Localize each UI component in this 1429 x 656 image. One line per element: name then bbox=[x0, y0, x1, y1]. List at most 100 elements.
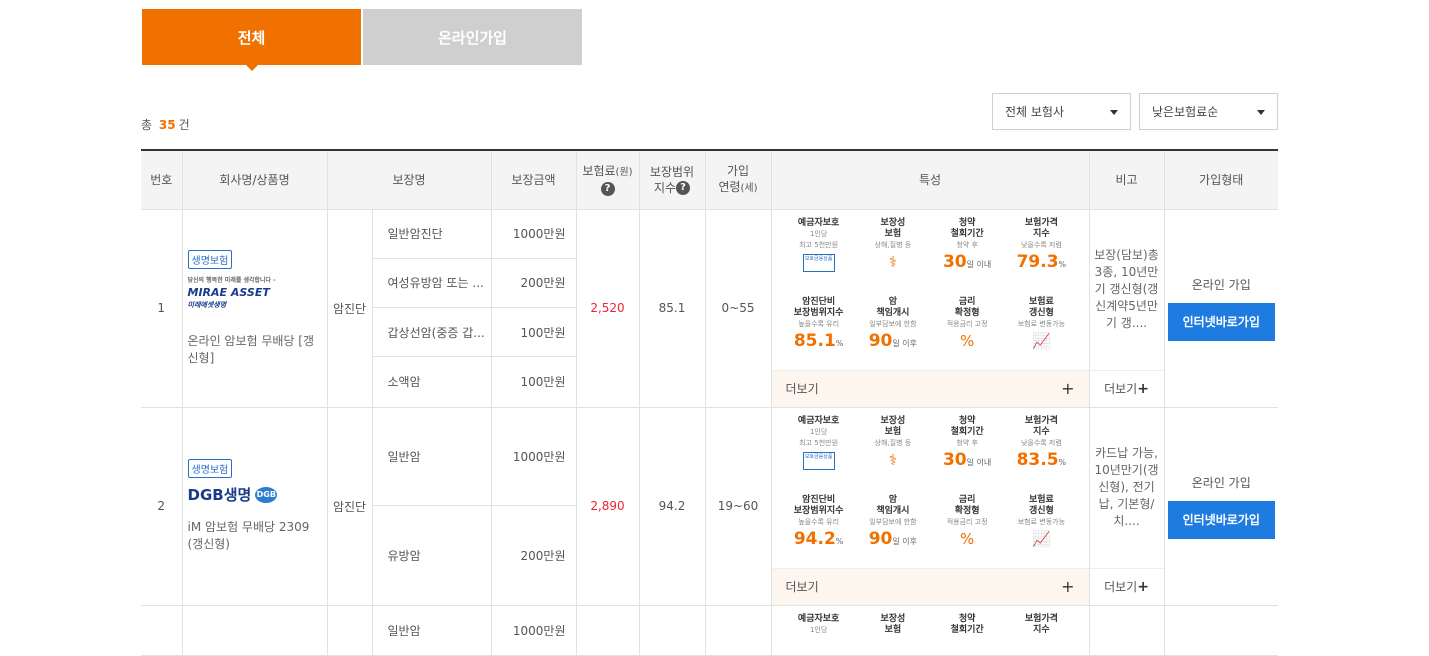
feature-value: 30 bbox=[942, 449, 967, 470]
age-range bbox=[705, 605, 772, 656]
feature-sub: 보험료 변동가능 bbox=[1017, 319, 1066, 328]
category-tag: 생명보험 bbox=[187, 249, 233, 269]
age-range: 0~55 bbox=[705, 209, 772, 408]
tab-all[interactable]: 전체 bbox=[142, 9, 361, 71]
product-name[interactable]: 온라인 암보험 무배당 [갱신형] bbox=[188, 333, 317, 367]
coverage-name: 일반암 bbox=[372, 407, 492, 506]
th-features: 특성 bbox=[771, 150, 1090, 210]
feature-security: 보장성 보험 상해,질병 등 ⚕ bbox=[856, 416, 930, 489]
coverage-amount: 1000만원 bbox=[491, 407, 577, 506]
coverage-name: 소액암 bbox=[372, 356, 492, 408]
th-index-line1: 보장범위 bbox=[649, 164, 695, 179]
note-text: 보장(담보)총3종, 10년만기 갱신형(갱신계약5년만기 갱.... bbox=[1094, 248, 1159, 330]
coverage-name: 유방암 bbox=[372, 505, 492, 606]
feature-renew: 보험료 갱신형 보험료 변동가능 📈 bbox=[1004, 297, 1078, 370]
feature-title: 보험가격 bbox=[1024, 613, 1058, 624]
internet-join-button[interactable]: 인터넷바로가입 bbox=[1167, 302, 1275, 341]
feature-price-index: 보험가격 지수 bbox=[1004, 614, 1078, 636]
feature-title: 책임개시 bbox=[876, 505, 910, 516]
th-company: 회사명/상품명 bbox=[182, 150, 328, 210]
coverage-category bbox=[327, 605, 373, 656]
feature-title: 보험료 bbox=[1028, 296, 1054, 307]
feature-title: 청약 bbox=[958, 415, 976, 426]
th-index-line2: 지수 bbox=[653, 180, 677, 195]
company-select[interactable]: 전체 보험사 bbox=[992, 93, 1131, 130]
product-name[interactable]: iM 암보험 무배당 2309 (갱신형) bbox=[188, 519, 317, 553]
feature-title: 보험가격 bbox=[1024, 415, 1058, 426]
note-cell bbox=[1089, 605, 1165, 656]
feature-value: 79.3 bbox=[1016, 251, 1059, 272]
feature-rate: 금리 확정형 적용금리 고정 % bbox=[930, 495, 1004, 568]
features-more-button[interactable]: 더보기 + bbox=[771, 567, 1089, 605]
age-range: 19~60 bbox=[705, 407, 772, 606]
coverage-name: 일반암 bbox=[372, 605, 492, 656]
coverage-category: 암진단 bbox=[327, 209, 373, 408]
join-cell: 온라인 가입 인터넷바로가입 bbox=[1164, 407, 1278, 606]
feature-sub: 상해,질병 등 bbox=[874, 240, 912, 249]
note-more-button[interactable]: 더보기 + bbox=[1089, 369, 1164, 407]
feature-cancer-index: 암진단비 보장범위지수 높을수록 유리 85.1% bbox=[782, 297, 856, 370]
th-premium-unit: (원) bbox=[615, 166, 633, 178]
feature-value: 85.1 bbox=[793, 330, 836, 351]
feature-title: 철회기간 bbox=[950, 426, 984, 437]
sort-select[interactable]: 낮은보험료순 bbox=[1139, 93, 1278, 130]
feature-cancer-start: 암 책임개시 일부담보에 한함 90일 이후 bbox=[856, 495, 930, 568]
percent-circle-icon: % bbox=[959, 331, 975, 350]
premium-value: 2,520 bbox=[576, 209, 640, 408]
feature-title: 보장범위지수 bbox=[793, 505, 844, 516]
th-join: 가입형태 bbox=[1164, 150, 1278, 210]
features-cell: 예금자보호 1인당 최고 5천만원 보호금융상품 보장성 보험 상해,질병 등 … bbox=[771, 407, 1090, 606]
chart-trend-icon: 📈 bbox=[1032, 529, 1051, 548]
coverage-amount: 200만원 bbox=[491, 258, 577, 308]
feature-title: 암진단비 bbox=[802, 494, 836, 505]
more-label: 더보기 bbox=[785, 580, 819, 594]
logo-kr: 미래에셋생명 bbox=[187, 300, 227, 309]
feature-sub: 일부담보에 한함 bbox=[869, 319, 917, 328]
join-type: 온라인 가입 bbox=[1191, 277, 1251, 292]
sort-select-value: 낮은보험료순 bbox=[1152, 105, 1219, 119]
features-grid: 예금자보호 1인당 최고 5천만원 보호금융상품 보장성 보험 상해,질병 등 … bbox=[772, 210, 1089, 370]
internet-join-button[interactable]: 인터넷바로가입 bbox=[1167, 500, 1275, 539]
features-more-button[interactable]: 더보기 + bbox=[771, 369, 1089, 407]
join-cell: 온라인 가입 인터넷바로가입 bbox=[1164, 209, 1278, 408]
badge-text: 보호금융상품 bbox=[804, 453, 833, 460]
note-more-button[interactable]: 더보기 + bbox=[1089, 567, 1164, 605]
plus-icon: + bbox=[1061, 379, 1075, 398]
feature-title: 보험가격 bbox=[1024, 217, 1058, 228]
feature-deposit: 예금자보호 1인당 최고 5천만원 보호금융상품 bbox=[782, 218, 856, 291]
feature-title: 보장성 bbox=[880, 415, 906, 426]
help-icon[interactable]: ? bbox=[600, 182, 615, 197]
feature-unit: 일 이내 bbox=[966, 457, 992, 467]
feature-value: 30 bbox=[942, 251, 967, 272]
category-tag: 생명보험 bbox=[187, 459, 233, 478]
feature-title: 암진단비 bbox=[802, 296, 836, 307]
th-premium-label: 보험료 bbox=[582, 163, 616, 178]
th-age-line2: 연령 bbox=[718, 179, 741, 194]
feature-withdraw: 청약 철회기간 청약 후 30일 이내 bbox=[930, 218, 1004, 291]
tab-bar: 전체 온라인가입 bbox=[142, 9, 582, 71]
feature-title: 예금자보호 bbox=[797, 217, 840, 228]
company-logo: 당신의 행복한 미래를 생각합니다 - MIRAE ASSET 미래에셋생명 bbox=[188, 275, 317, 311]
th-no: 번호 bbox=[141, 150, 183, 210]
coverage-index: 94.2 bbox=[639, 407, 706, 606]
coverage-amount: 1000만원 bbox=[491, 209, 577, 259]
feature-value: 90 bbox=[868, 330, 893, 351]
feature-value: 94.2 bbox=[793, 528, 836, 549]
th-amount: 보장금액 bbox=[491, 150, 577, 210]
note-more-label: 더보기 bbox=[1104, 580, 1138, 594]
total-number: 35 bbox=[158, 118, 176, 132]
feature-withdraw: 청약 철회기간 bbox=[930, 614, 1004, 636]
help-icon[interactable]: ? bbox=[676, 181, 691, 196]
tab-online[interactable]: 온라인가입 bbox=[363, 9, 582, 65]
feature-cancer-start: 암 책임개시 일부담보에 한함 90일 이후 bbox=[856, 297, 930, 370]
th-age: 가입 연령(세) bbox=[705, 150, 772, 210]
product-table: 번호 회사명/상품명 보장명 보장금액 보험료(원) ? 보장범위 지수? 가입… bbox=[141, 149, 1278, 656]
feature-unit: 일 이내 bbox=[966, 259, 992, 269]
note-body: 보장(담보)총3종, 10년만기 갱신형(갱신계약5년만기 갱.... bbox=[1090, 210, 1164, 370]
coverage-amount: 100만원 bbox=[491, 356, 577, 408]
company-logo: DGB생명 DGB bbox=[188, 484, 317, 505]
feature-sub: 적용금리 고정 bbox=[946, 517, 988, 526]
feature-sub: 보험료 변동가능 bbox=[1017, 517, 1066, 526]
total-count: 총 35 건 bbox=[141, 116, 190, 133]
feature-title: 예금자보호 bbox=[797, 415, 840, 426]
